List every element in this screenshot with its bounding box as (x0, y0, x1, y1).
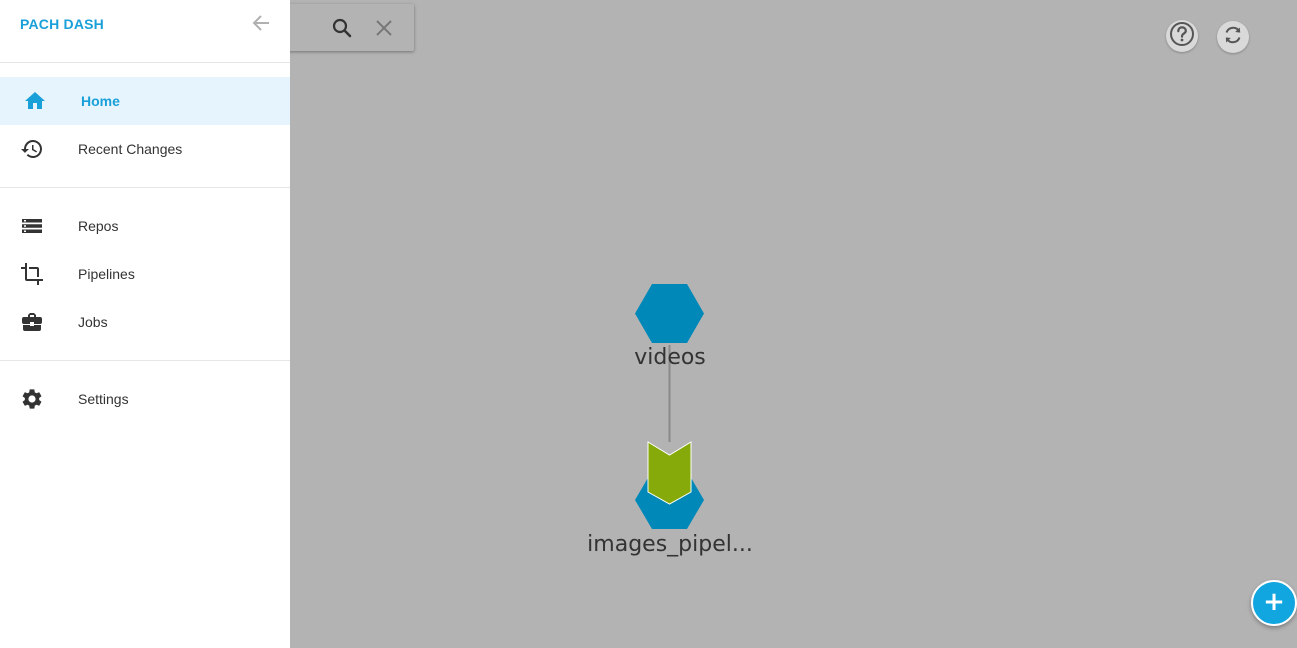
nav-group-settings: Settings (0, 361, 290, 437)
history-icon (20, 137, 44, 161)
pipeline-graph: videos images_pipel... (560, 270, 780, 570)
nav-label-recent-changes: Recent Changes (78, 141, 183, 157)
nav-item-home[interactable]: Home (0, 77, 290, 125)
home-icon (23, 89, 47, 113)
nav-item-recent-changes[interactable]: Recent Changes (0, 125, 290, 173)
node-label-videos: videos (634, 345, 706, 370)
nav-item-settings[interactable]: Settings (0, 375, 290, 423)
nav-label-home: Home (81, 93, 120, 109)
list-icon (20, 214, 44, 238)
nav-item-repos[interactable]: Repos (0, 202, 290, 250)
pipeline-chevron (647, 441, 692, 505)
arrow-back-icon[interactable] (250, 12, 272, 34)
plus-icon: + (1263, 587, 1285, 617)
refresh-button[interactable] (1217, 21, 1249, 53)
nav-item-pipelines[interactable]: Pipelines (0, 250, 290, 298)
add-button[interactable]: + (1251, 580, 1297, 626)
help-button[interactable] (1166, 20, 1198, 52)
nav-label-repos: Repos (78, 218, 119, 234)
nav-group-primary: Home Recent Changes (0, 63, 290, 188)
help-icon (1167, 19, 1197, 54)
repo-node-videos[interactable] (635, 284, 704, 343)
gear-icon (20, 387, 44, 411)
refresh-icon (1221, 23, 1245, 52)
drawer-header: PACH DASH (0, 0, 290, 63)
close-icon[interactable] (372, 16, 396, 40)
nav-label-settings: Settings (78, 391, 129, 407)
briefcase-icon (20, 310, 44, 334)
nav-label-jobs: Jobs (78, 314, 108, 330)
app-brand[interactable]: PACH DASH (20, 16, 104, 32)
node-label-images-pipeline: images_pipel... (587, 532, 753, 557)
nav-item-jobs[interactable]: Jobs (0, 298, 290, 346)
nav-label-pipelines: Pipelines (78, 266, 135, 282)
nav-drawer: PACH DASH Home Recent Changes Repos Pipe… (0, 0, 290, 648)
search-icon[interactable] (330, 16, 354, 40)
nav-group-secondary: Repos Pipelines Jobs (0, 188, 290, 361)
crop-icon (20, 262, 44, 286)
